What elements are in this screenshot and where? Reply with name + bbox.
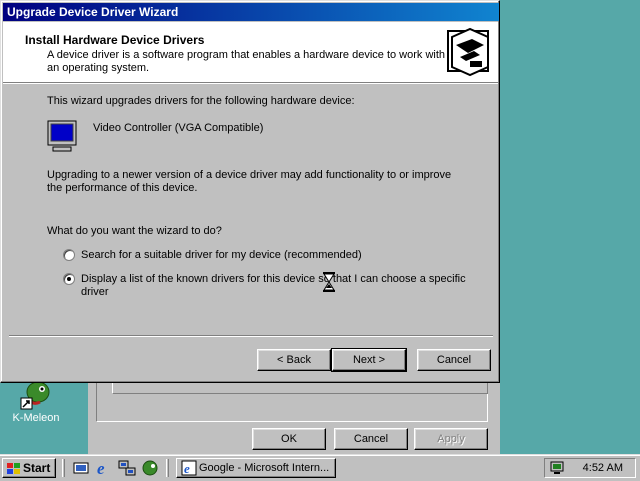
upgrade-driver-wizard: Upgrade Device Driver Wizard Install Har… [0, 0, 500, 383]
show-desktop-icon[interactable] [72, 459, 90, 477]
start-button[interactable]: Start [2, 458, 56, 478]
display-settings-icon[interactable] [549, 460, 567, 479]
search-driver-radio[interactable] [63, 249, 75, 261]
hourglass-cursor-icon [323, 272, 335, 292]
device-name: Video Controller (VGA Compatible) [93, 122, 264, 134]
wizard-header-subtitle: A device driver is a software program th… [47, 49, 446, 74]
list-drivers-label[interactable]: Display a list of the known drivers for … [81, 273, 467, 299]
ok-button[interactable]: OK [252, 428, 326, 450]
wizard-intro-text: This wizard upgrades drivers for the fol… [47, 95, 355, 107]
windows-flag-icon [6, 462, 20, 474]
k-meleon-quicklaunch-icon[interactable] [141, 459, 159, 477]
taskbar-button-label: Google - Microsoft Intern... [199, 462, 330, 474]
taskbar: Start e e Google - Microsoft Intern... 4… [0, 454, 640, 481]
search-driver-label[interactable]: Search for a suitable driver for my devi… [81, 249, 362, 262]
back-button[interactable]: < Back [257, 349, 331, 371]
wizard-title-bar[interactable]: Upgrade Device Driver Wizard [3, 3, 499, 21]
taskbar-button-google[interactable]: e Google - Microsoft Intern... [176, 458, 336, 478]
next-button[interactable]: Next > [331, 348, 407, 372]
wizard-header-title: Install Hardware Device Drivers [25, 33, 205, 47]
start-label: Start [23, 461, 51, 475]
apply-button[interactable]: Apply [414, 428, 488, 450]
monitor-icon [47, 119, 79, 152]
svg-text:e: e [184, 461, 190, 476]
wizard-question: What do you want the wizard to do? [47, 225, 222, 237]
internet-explorer-icon[interactable]: e [95, 459, 113, 478]
list-drivers-radio[interactable] [63, 273, 75, 285]
desktop-icon-k-meleon[interactable]: K-Meleon [8, 378, 64, 424]
upgrade-note: Upgrading to a newer version of a device… [47, 169, 452, 194]
wizard-separator [9, 335, 493, 337]
ie-page-icon: e [181, 460, 197, 477]
desktop-icon-label: K-Meleon [12, 412, 60, 424]
clock[interactable]: 4:52 AM [583, 462, 623, 474]
network-icon[interactable] [118, 459, 136, 477]
system-tray: 4:52 AM [544, 458, 636, 478]
wizard-header: Install Hardware Device Drivers A device… [3, 22, 498, 83]
hardware-card-icon [446, 27, 492, 77]
bg-cancel-button[interactable]: Cancel [334, 428, 408, 450]
cancel-button[interactable]: Cancel [417, 349, 491, 371]
svg-text:e: e [97, 459, 105, 477]
